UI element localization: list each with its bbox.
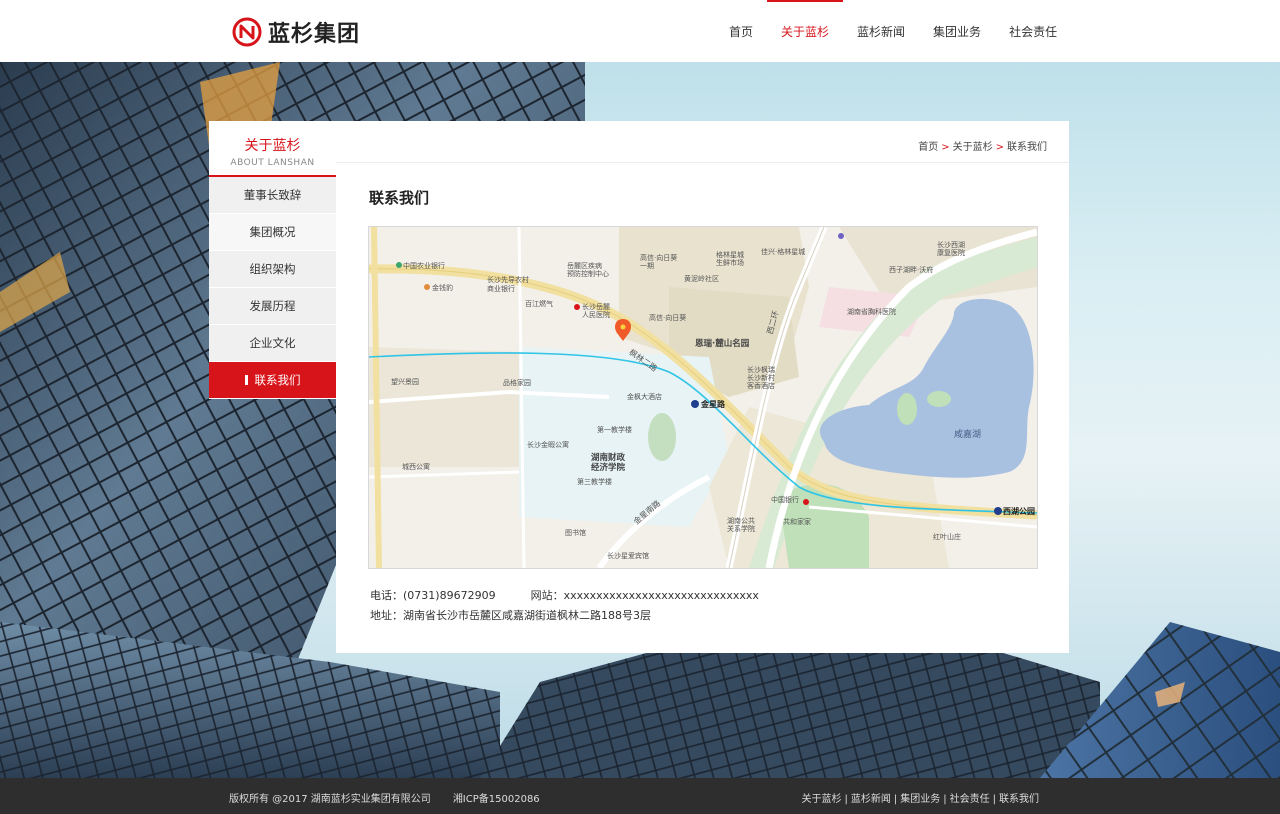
breadcrumb-separator: > [995, 142, 1004, 153]
map-label: 红叶山庄 [933, 533, 961, 541]
map-label: 恩瑞·麓山名园 [695, 339, 750, 349]
map-label: 客香酒店 [747, 382, 775, 390]
map-label: 中国银行 [771, 496, 799, 504]
map-label: 长沙星爱宾馆 [607, 552, 649, 560]
copyright-text: 版权所有 @2017 湖南蓝杉实业集团有限公司 [229, 794, 431, 805]
metro-station-icon [691, 400, 699, 408]
breadcrumb: 首页 > 关于蓝杉 > 联系我们 [918, 138, 1047, 153]
logo[interactable]: 蓝杉集团 [232, 16, 360, 48]
sidebar-item-organization[interactable]: 组织架构 [209, 251, 336, 288]
breadcrumb-section[interactable]: 关于蓝杉 [953, 142, 993, 153]
sidebar-item-overview[interactable]: 集团概况 [209, 214, 336, 251]
contact-address: 地址：湖南省长沙市岳麓区咸嘉湖街道枫林二路188号3层 [370, 609, 651, 622]
map-label: 百江燃气 [525, 300, 553, 308]
icp-number[interactable]: 湘ICP备15002086 [453, 794, 540, 805]
breadcrumb-home[interactable]: 首页 [918, 142, 938, 153]
map-label: 金星路 [701, 400, 725, 409]
sidebar-item-history[interactable]: 发展历程 [209, 288, 336, 325]
sidebar-item-culture[interactable]: 企业文化 [209, 325, 336, 362]
footer-link-about[interactable]: 关于蓝杉 [802, 794, 842, 805]
map-label: 关系学院 [727, 525, 755, 533]
contact-info: 电话：(0731)89672909 网站：xxxxxxxxxxxxxxxxxxx… [370, 586, 759, 626]
active-indicator [244, 375, 248, 385]
sidebar-header: 关于蓝杉 ABOUT LANSHAN [209, 121, 336, 177]
contact-website[interactable]: 网站：xxxxxxxxxxxxxxxxxxxxxxxxxxxxxx [531, 586, 759, 606]
metro-station-icon [994, 507, 1002, 515]
map-label: 第三教学楼 [577, 478, 612, 486]
map-label: 西湖公园 [1003, 507, 1035, 516]
site-footer: 版权所有 @2017 湖南蓝杉实业集团有限公司 湘ICP备15002086 关于蓝… [0, 778, 1280, 814]
map-label: 金钱豹 [432, 284, 453, 292]
map-label: 佳兴·格林星城 [761, 248, 806, 256]
footer-copyright: 版权所有 @2017 湖南蓝杉实业集团有限公司 湘ICP备15002086 [229, 790, 540, 805]
contact-phone: 电话：(0731)89672909 [370, 589, 496, 602]
footer-link-contact[interactable]: 联系我们 [999, 794, 1039, 805]
footer-separator: | [992, 794, 996, 805]
map-label: 高信·向日葵 [649, 314, 687, 322]
footer-separator: | [943, 794, 947, 805]
map-label: 西子湖畔·沃府 [889, 266, 934, 274]
nav-item-responsibility[interactable]: 社会责任 [995, 0, 1071, 62]
lanshan-logo-icon [232, 17, 262, 47]
map-label: 城西公寓 [402, 463, 430, 471]
footer-links: 关于蓝杉 | 蓝杉新闻 | 集团业务 | 社会责任 | 联系我们 [802, 790, 1040, 805]
map-label: 共和家家 [783, 518, 811, 526]
sidebar-item-label: 联系我们 [254, 373, 301, 387]
map-label: 经济学院 [591, 463, 626, 473]
map-label: 湖南省胸科医院 [847, 308, 896, 316]
nav-item-business[interactable]: 集团业务 [919, 0, 995, 62]
main-nav: 首页 关于蓝杉 蓝杉新闻 集团业务 社会责任 [715, 0, 1071, 62]
map-label: 图书馆 [565, 529, 586, 537]
logo-text: 蓝杉集团 [268, 22, 361, 47]
page-title: 联系我们 [369, 189, 430, 207]
content-panel: 首页 > 关于蓝杉 > 联系我们 联系我们 中国农业银行 金钱豹 长沙先导农村 … [336, 121, 1069, 653]
footer-separator: | [893, 794, 898, 805]
sidebar-subtitle: ABOUT LANSHAN [230, 158, 315, 168]
map-label: 预防控制中心 [567, 270, 609, 278]
nav-item-news[interactable]: 蓝杉新闻 [843, 0, 919, 62]
divider [336, 162, 1069, 163]
map-label: 生鲜市场 [716, 259, 744, 267]
location-map[interactable]: 中国农业银行 金钱豹 长沙先导农村 商业银行 百江燃气 岳麓区疾病 预防控制中心… [368, 226, 1038, 569]
map-label: 一期 [640, 262, 654, 270]
sidebar: 关于蓝杉 ABOUT LANSHAN 董事长致辞 集团概况 组织架构 发展历程 … [209, 121, 336, 399]
nav-item-about[interactable]: 关于蓝杉 [767, 0, 844, 62]
sidebar-item-contact[interactable]: 联系我们 [209, 362, 336, 399]
map-label: 中国农业银行 [403, 262, 445, 270]
map-label: 咸嘉湖 [954, 430, 982, 440]
map-label: 长沙金暇公寓 [527, 441, 569, 449]
map-label: 望兴景园 [391, 378, 419, 386]
site-header: 蓝杉集团 首页 关于蓝杉 蓝杉新闻 集团业务 社会责任 [0, 0, 1280, 62]
nav-item-home[interactable]: 首页 [715, 0, 767, 62]
sidebar-item-chairman[interactable]: 董事长致辞 [209, 177, 336, 214]
breadcrumb-current: 联系我们 [1007, 142, 1047, 153]
map-label: 第一教学楼 [597, 426, 632, 434]
footer-link-responsibility[interactable]: 社会责任 [950, 794, 990, 805]
sidebar-title: 关于蓝杉 [244, 138, 301, 154]
breadcrumb-separator: > [941, 142, 950, 153]
footer-link-news[interactable]: 蓝杉新闻 [851, 794, 891, 805]
footer-link-business[interactable]: 集团业务 [900, 794, 940, 805]
map-label: 黄泥岭社区 [684, 275, 719, 283]
footer-separator: | [844, 794, 848, 805]
map-label: 商业银行 [487, 285, 515, 293]
map-label: 人民医院 [582, 311, 610, 319]
map-label: 品格家园 [503, 379, 531, 387]
map-label: 金枫大酒店 [627, 393, 662, 401]
map-label: 康复医院 [937, 249, 965, 257]
